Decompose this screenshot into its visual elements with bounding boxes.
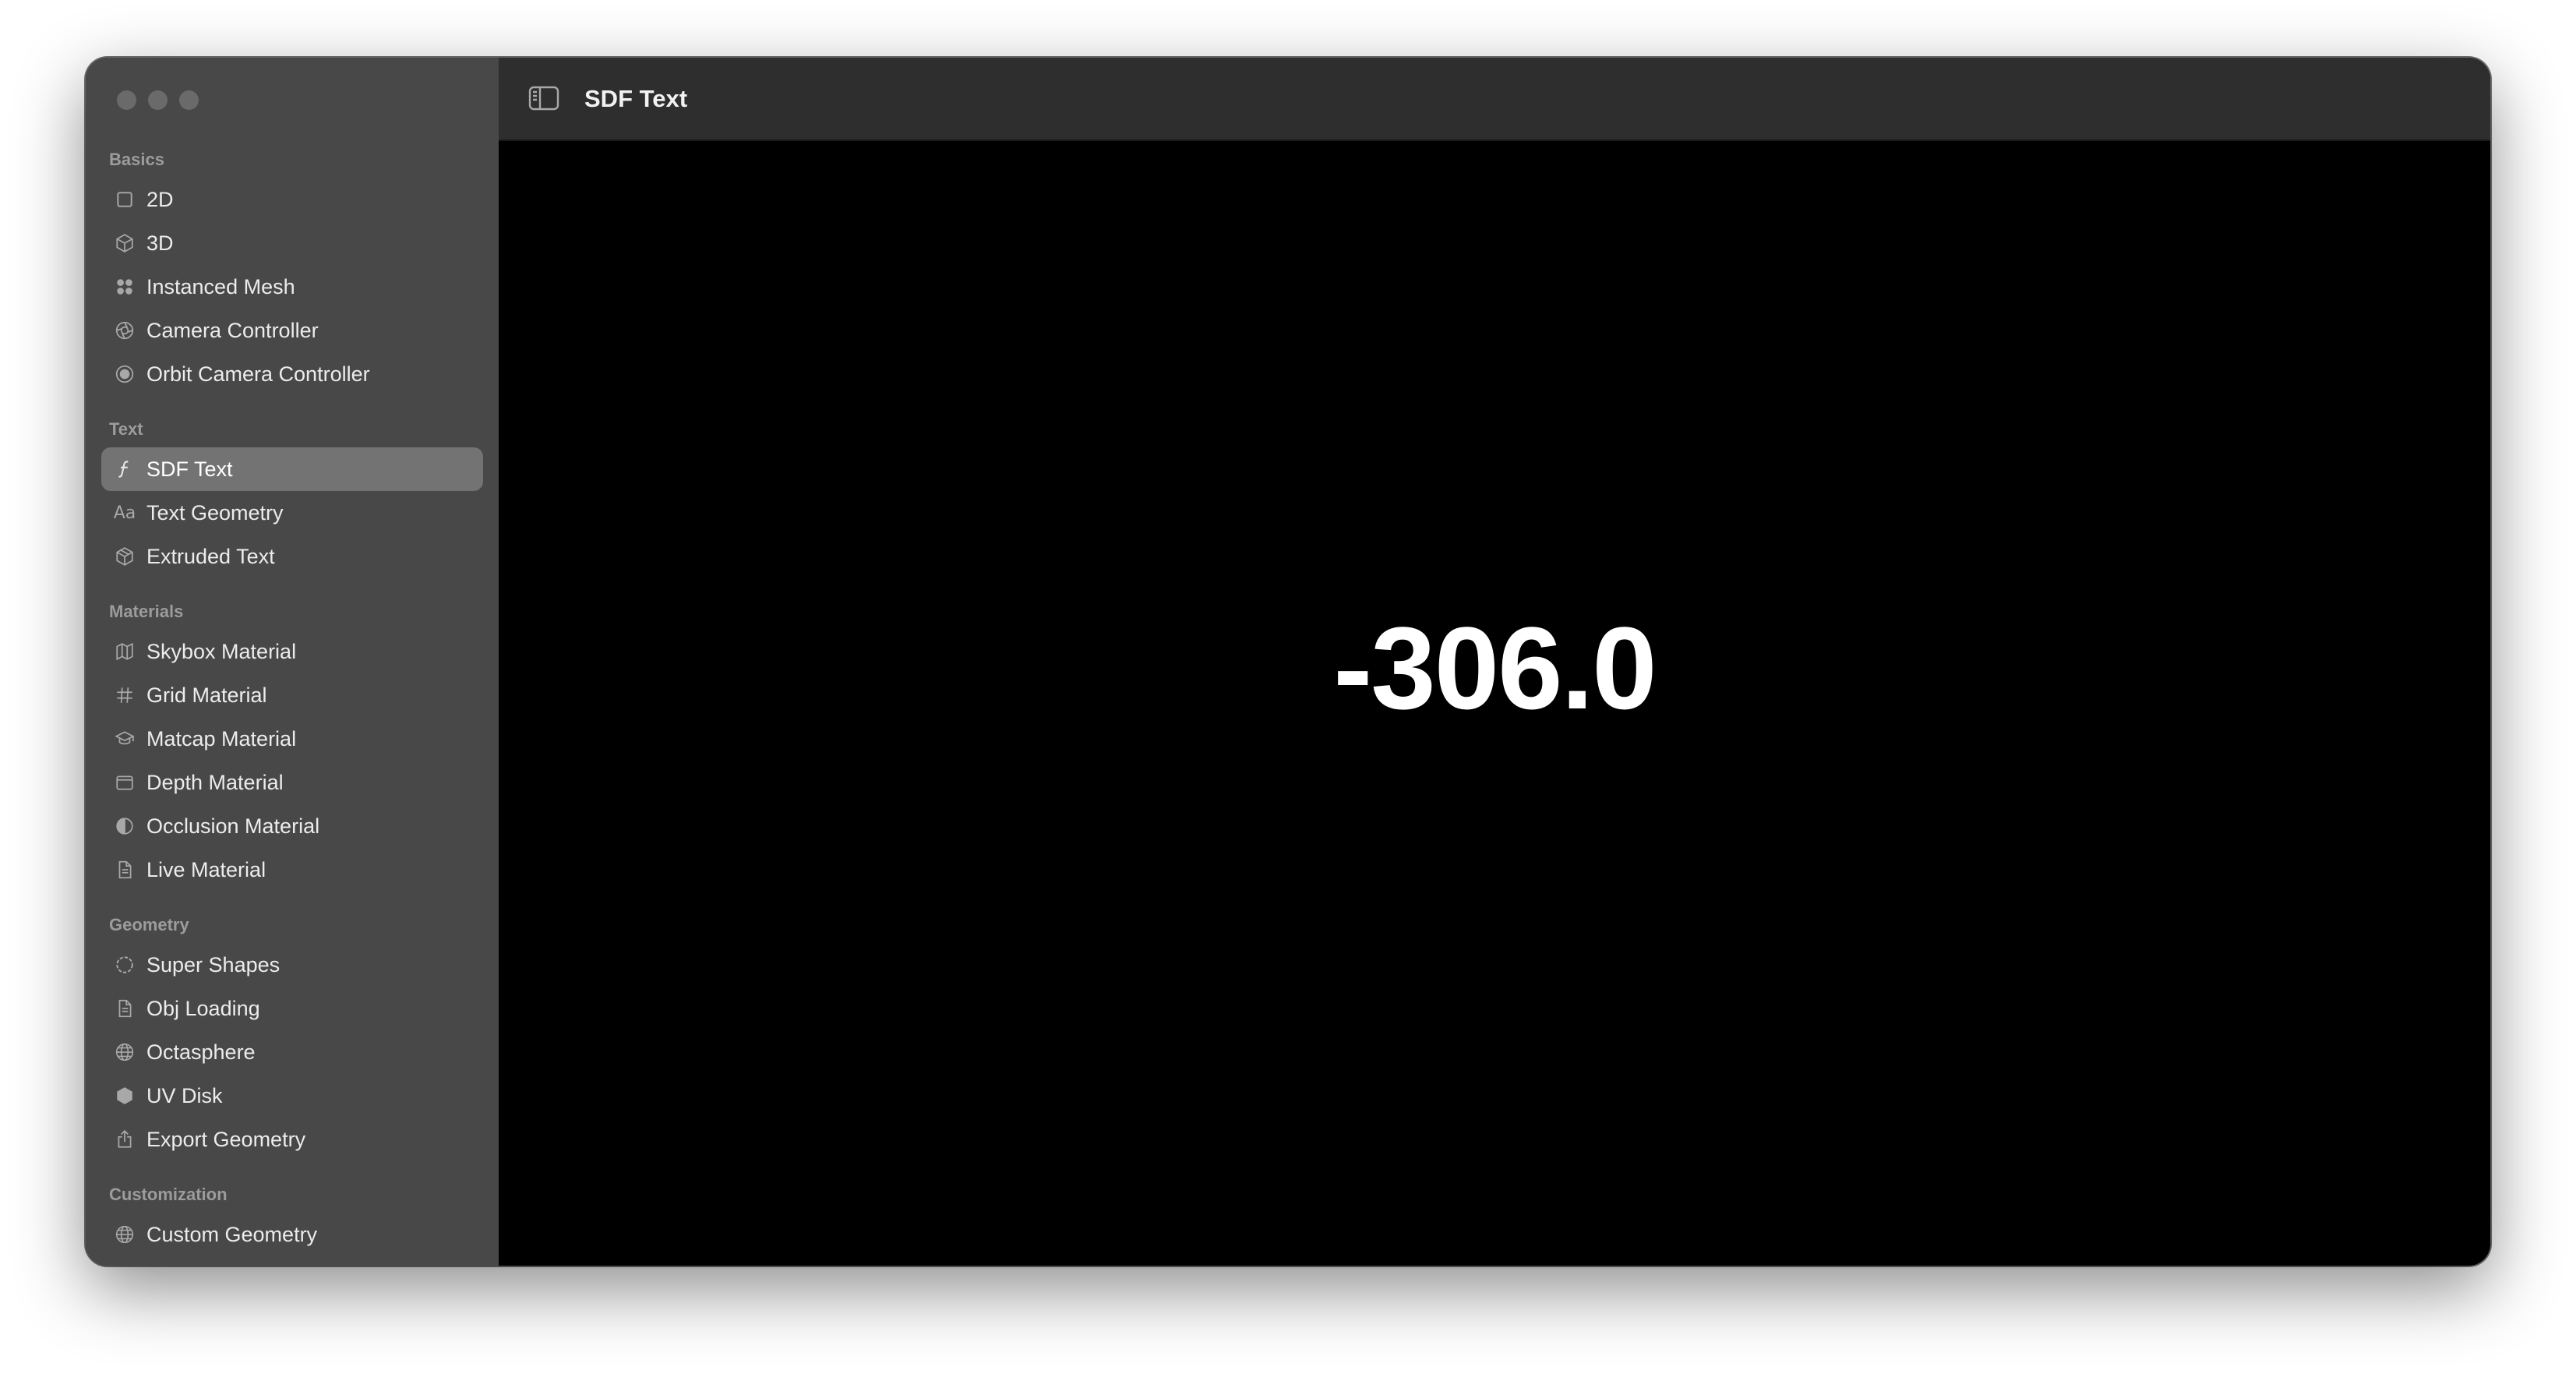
sidebar-item-obj-loading[interactable]: Obj Loading bbox=[101, 987, 483, 1030]
sidebar-item-orbit-camera-controller[interactable]: Orbit Camera Controller bbox=[101, 352, 483, 396]
sidebar-item-matcap-material[interactable]: Matcap Material bbox=[101, 717, 483, 761]
sidebar-item-live-material[interactable]: Live Material bbox=[101, 848, 483, 892]
sidebar-item-label: Depth Material bbox=[146, 770, 284, 794]
sidebar-item-label: Obj Loading bbox=[146, 996, 260, 1020]
close-window-button[interactable] bbox=[117, 90, 136, 110]
graduation-cap-icon bbox=[112, 726, 137, 751]
window-title: SDF Text bbox=[584, 85, 688, 112]
sidebar-item-uv-disk[interactable]: UV Disk bbox=[101, 1074, 483, 1118]
document-icon bbox=[112, 996, 137, 1021]
sidebar-item-octasphere[interactable]: Octasphere bbox=[101, 1030, 483, 1074]
sidebar-toggle-icon[interactable] bbox=[528, 86, 559, 111]
section-header-text: Text bbox=[109, 419, 143, 439]
sidebar-item-grid-material[interactable]: Grid Material bbox=[101, 673, 483, 717]
sidebar-item-2d[interactable]: 2D bbox=[101, 178, 483, 221]
sidebar-item-label: Export Geometry bbox=[146, 1127, 306, 1151]
sidebar: Basics 2D 3D Instanced Mesh Camera Controlle… bbox=[86, 58, 499, 1266]
sdf-text-value: -306.0 bbox=[1333, 602, 1657, 733]
sidebar-item-custom-instancing[interactable]: Custom Instancing bbox=[101, 1256, 483, 1266]
hexagon-icon bbox=[112, 1083, 137, 1108]
sidebar-item-sdf-text[interactable]: SDF Text bbox=[101, 447, 483, 491]
sidebar-item-instanced-mesh[interactable]: Instanced Mesh bbox=[101, 265, 483, 309]
extruded-cube-icon bbox=[112, 544, 137, 569]
sidebar-item-label: Orbit Camera Controller bbox=[146, 362, 370, 386]
text-format-icon: Aa bbox=[113, 503, 136, 523]
function-icon bbox=[112, 457, 137, 482]
sidebar-item-label: Skybox Material bbox=[146, 639, 297, 663]
sidebar-item-label: Live Material bbox=[146, 857, 266, 881]
sidebar-item-label: Instanced Mesh bbox=[146, 274, 295, 298]
camera-aperture-icon bbox=[112, 318, 137, 343]
sidebar-item-label: Custom Geometry bbox=[146, 1222, 318, 1246]
square-icon bbox=[112, 187, 137, 212]
sidebar-item-custom-geometry[interactable]: Custom Geometry bbox=[101, 1213, 483, 1256]
title-bar: SDF Text bbox=[499, 58, 2490, 141]
sidebar-item-label: SDF Text bbox=[146, 457, 233, 481]
cube-icon bbox=[112, 231, 137, 256]
grid-dots-icon bbox=[112, 274, 137, 299]
share-icon bbox=[112, 1127, 137, 1152]
half-circle-icon bbox=[112, 814, 137, 839]
globe-icon bbox=[112, 1040, 137, 1065]
orbit-icon bbox=[112, 362, 137, 387]
sidebar-item-super-shapes[interactable]: Super Shapes bbox=[101, 943, 483, 987]
sidebar-item-label: Super Shapes bbox=[146, 952, 281, 977]
sidebar-item-text-geometry[interactable]: Aa Text Geometry bbox=[101, 491, 483, 535]
sidebar-item-3d[interactable]: 3D bbox=[101, 221, 483, 265]
dashed-circle-icon bbox=[112, 952, 137, 977]
sidebar-item-label: Occlusion Material bbox=[146, 814, 320, 838]
sidebar-item-label: Grid Material bbox=[146, 683, 267, 707]
sidebar-nav-list: Basics 2D 3D Instanced Mesh Camera Controlle… bbox=[86, 142, 499, 1266]
sidebar-item-label: 3D bbox=[146, 231, 174, 255]
sidebar-item-label: Extruded Text bbox=[146, 544, 275, 568]
sidebar-item-label: Matcap Material bbox=[146, 726, 297, 751]
tray-icon bbox=[112, 770, 137, 795]
sidebar-item-extruded-text[interactable]: Extruded Text bbox=[101, 535, 483, 578]
minimize-window-button[interactable] bbox=[148, 90, 168, 110]
app-window: Basics 2D 3D Instanced Mesh Camera Controlle… bbox=[86, 58, 2490, 1266]
window-controls bbox=[117, 90, 199, 110]
sidebar-item-label: 2D bbox=[146, 187, 174, 211]
render-canvas[interactable]: -306.0 bbox=[499, 141, 2490, 1266]
sidebar-item-export-geometry[interactable]: Export Geometry bbox=[101, 1118, 483, 1161]
section-header-basics: Basics bbox=[109, 150, 164, 169]
section-header-customization: Customization bbox=[109, 1185, 228, 1204]
sidebar-item-occlusion-material[interactable]: Occlusion Material bbox=[101, 804, 483, 848]
globe-icon bbox=[112, 1222, 137, 1247]
section-header-materials: Materials bbox=[109, 602, 184, 621]
number-grid-icon bbox=[112, 683, 137, 708]
sidebar-item-skybox-material[interactable]: Skybox Material bbox=[101, 630, 483, 673]
zoom-window-button[interactable] bbox=[179, 90, 199, 110]
sidebar-item-label: Camera Controller bbox=[146, 318, 319, 342]
document-icon bbox=[112, 857, 137, 882]
sidebar-item-camera-controller[interactable]: Camera Controller bbox=[101, 309, 483, 352]
section-header-geometry: Geometry bbox=[109, 915, 189, 934]
map-icon bbox=[112, 639, 137, 664]
sidebar-item-depth-material[interactable]: Depth Material bbox=[101, 761, 483, 804]
sidebar-item-label: UV Disk bbox=[146, 1083, 223, 1107]
sidebar-item-label: Text Geometry bbox=[146, 500, 284, 524]
sidebar-item-label: Octasphere bbox=[146, 1040, 256, 1064]
